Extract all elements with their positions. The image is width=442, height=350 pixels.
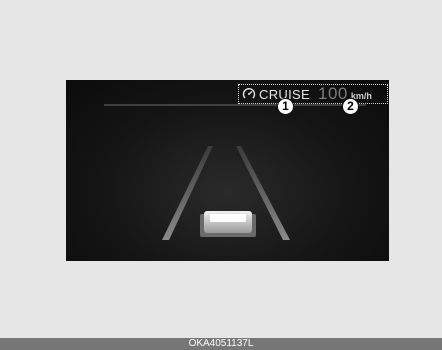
figure-code: OKA4051137L xyxy=(0,338,442,350)
cruise-control-icon xyxy=(242,88,256,99)
vehicle-icon xyxy=(200,211,256,237)
callout-2: 2 xyxy=(342,98,359,115)
cluster-display xyxy=(66,80,389,261)
cruise-indicator: CRUISE xyxy=(242,86,310,102)
road-scene xyxy=(104,104,366,240)
cluster-illustration: CRUISE 100 km/h 1 2 OKA4051137L xyxy=(0,0,442,350)
callout-1: 1 xyxy=(277,98,294,115)
